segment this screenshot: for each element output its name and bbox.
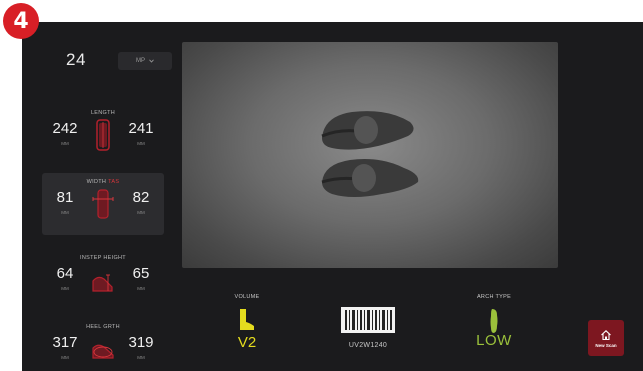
- length-title: LENGTH: [90, 110, 116, 116]
- arch-type-value: LOW: [476, 332, 512, 349]
- foot-scan-view: [182, 42, 558, 268]
- foot-length-icon: [96, 119, 110, 151]
- scanner-screen: 24 MP LENGTH 242 241 MM MM WIDTHTAS 81: [22, 22, 643, 371]
- arch-type-block: ARCH TYPE LOW: [462, 294, 526, 349]
- chevron-down-icon: [149, 59, 154, 63]
- length-metric: LENGTH 242 241 MM MM: [42, 104, 164, 166]
- length-left-value: 242: [52, 120, 78, 137]
- instep-left-unit: MM: [61, 286, 69, 291]
- width-metric[interactable]: WIDTH TAS 81 82 MM MM: [42, 173, 164, 235]
- shoe-size-value: 24: [66, 50, 86, 69]
- width-title: WIDTH: [86, 179, 107, 185]
- width-left-unit: MM: [61, 210, 69, 215]
- scanned-feet-image: [321, 111, 419, 197]
- arch-type-label: ARCH TYPE: [476, 294, 512, 300]
- heel-girth-icon: [92, 344, 114, 359]
- barcode-icon: [341, 307, 395, 333]
- heel-girth-metric: HEEL GRTH 317 319 MM MM: [42, 318, 164, 371]
- instep-left-value: 64: [56, 265, 74, 282]
- new-scan-label: New Scan: [595, 342, 617, 348]
- barcode-code: UV2W1240: [348, 342, 388, 349]
- instep-height-metric: INSTEP HEIGHT 64 65 MM MM: [42, 249, 164, 311]
- new-scan-button[interactable]: New Scan: [588, 320, 624, 356]
- instep-height-icon: [92, 274, 113, 292]
- heel-right-value: 319: [128, 334, 154, 351]
- width-right-unit: MM: [137, 210, 145, 215]
- home-icon: [601, 329, 611, 340]
- step-number-badge: 4: [3, 3, 39, 39]
- heel-right-unit: MM: [137, 355, 145, 360]
- barcode-block: UV2W1240: [340, 306, 396, 349]
- volume-block: VOLUME V2: [217, 294, 277, 351]
- length-right-unit: MM: [137, 141, 145, 146]
- boot-icon: [240, 309, 254, 330]
- size-row: 24 MP: [62, 50, 172, 72]
- size-unit-label: MP: [136, 58, 145, 64]
- heel-left-value: 317: [52, 334, 78, 351]
- heel-girth-title: HEEL GRTH: [86, 324, 120, 330]
- width-subtitle: TAS: [108, 179, 120, 185]
- instep-height-title: INSTEP HEIGHT: [80, 255, 126, 261]
- width-right-value: 82: [132, 189, 150, 206]
- instep-right-unit: MM: [137, 286, 145, 291]
- length-right-value: 241: [128, 120, 154, 137]
- length-left-unit: MM: [61, 141, 69, 146]
- instep-right-value: 65: [132, 265, 150, 282]
- size-unit-dropdown[interactable]: MP: [118, 52, 172, 70]
- foot-arch-icon: [490, 309, 498, 333]
- heel-left-unit: MM: [61, 355, 69, 360]
- volume-label: VOLUME: [234, 294, 260, 300]
- width-left-value: 81: [56, 189, 74, 206]
- volume-value: V2: [237, 334, 257, 351]
- foot-width-icon: [92, 189, 114, 219]
